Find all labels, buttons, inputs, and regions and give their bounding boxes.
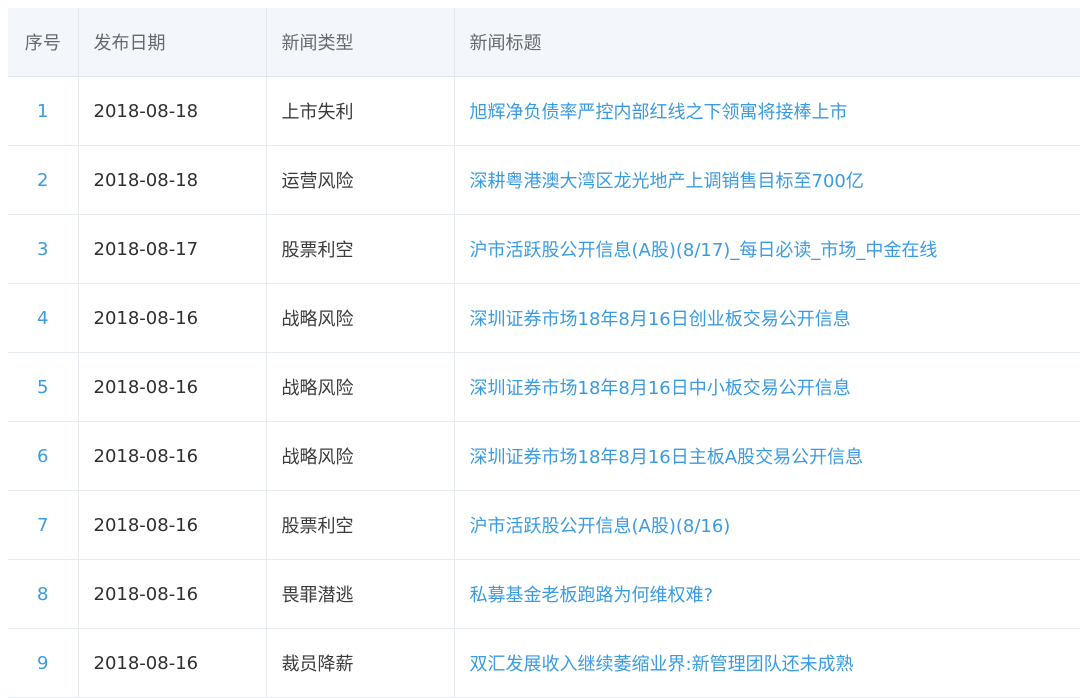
row-date: 2018-08-16: [78, 283, 267, 353]
table-row: 5 2018-08-16 战略风险 深圳证券市场18年8月16日中小板交易公开信息: [8, 352, 1080, 422]
row-news-type: 上市失利: [266, 76, 455, 146]
header-date: 发布日期: [78, 8, 267, 77]
row-title-cell: 深圳证券市场18年8月16日主板A股交易公开信息: [454, 421, 1080, 491]
header-row: 序号 发布日期 新闻类型 新闻标题: [8, 8, 1080, 77]
news-title-link[interactable]: 深圳证券市场18年8月16日主板A股交易公开信息: [470, 447, 864, 468]
row-title-cell: 深耕粤港澳大湾区龙光地产上调销售目标至700亿: [454, 145, 1080, 215]
row-title-cell: 旭辉净负债率严控内部红线之下领寓将接棒上市: [454, 76, 1080, 146]
row-news-type: 战略风险: [266, 283, 455, 353]
row-news-type: 畏罪潜逃: [266, 559, 455, 629]
news-title-link[interactable]: 深耕粤港澳大湾区龙光地产上调销售目标至700亿: [470, 171, 864, 192]
table-row: 2 2018-08-18 运营风险 深耕粤港澳大湾区龙光地产上调销售目标至700亿: [8, 145, 1080, 215]
row-index: 9: [8, 628, 79, 698]
row-title-cell: 深圳证券市场18年8月16日中小板交易公开信息: [454, 352, 1080, 422]
news-title-link[interactable]: 沪市活跃股公开信息(A股)(8/17)_每日必读_市场_中金在线: [470, 240, 938, 261]
row-index: 4: [8, 283, 79, 353]
news-title-link[interactable]: 私募基金老板跑路为何维权难?: [470, 585, 714, 606]
row-title-cell: 私募基金老板跑路为何维权难?: [454, 559, 1080, 629]
news-title-link[interactable]: 沪市活跃股公开信息(A股)(8/16): [470, 516, 731, 537]
news-title-link[interactable]: 旭辉净负债率严控内部红线之下领寓将接棒上市: [470, 102, 848, 123]
header-title: 新闻标题: [454, 8, 1080, 77]
row-date: 2018-08-16: [78, 490, 267, 560]
news-title-link[interactable]: 深圳证券市场18年8月16日创业板交易公开信息: [470, 309, 851, 330]
row-date: 2018-08-17: [78, 214, 267, 284]
row-index: 3: [8, 214, 79, 284]
row-title-cell: 沪市活跃股公开信息(A股)(8/17)_每日必读_市场_中金在线: [454, 214, 1080, 284]
row-news-type: 裁员降薪: [266, 628, 455, 698]
table-row: 9 2018-08-16 裁员降薪 双汇发展收入继续萎缩业界:新管理团队还未成熟: [8, 628, 1080, 698]
row-title-cell: 双汇发展收入继续萎缩业界:新管理团队还未成熟: [454, 628, 1080, 698]
row-date: 2018-08-16: [78, 421, 267, 491]
table-body: 1 2018-08-18 上市失利 旭辉净负债率严控内部红线之下领寓将接棒上市 2 201…: [8, 76, 1080, 698]
header-type: 新闻类型: [266, 8, 455, 77]
table-row: 4 2018-08-16 战略风险 深圳证券市场18年8月16日创业板交易公开信息: [8, 283, 1080, 353]
row-date: 2018-08-18: [78, 76, 267, 146]
row-date: 2018-08-18: [78, 145, 267, 215]
row-title-cell: 深圳证券市场18年8月16日创业板交易公开信息: [454, 283, 1080, 353]
table-row: 8 2018-08-16 畏罪潜逃 私募基金老板跑路为何维权难?: [8, 559, 1080, 629]
row-index: 8: [8, 559, 79, 629]
table-row: 6 2018-08-16 战略风险 深圳证券市场18年8月16日主板A股交易公开信息: [8, 421, 1080, 491]
row-index: 2: [8, 145, 79, 215]
news-table: 序号 发布日期 新闻类型 新闻标题 1 2018-08-18 上市失利 旭辉净负债率严…: [8, 8, 1080, 698]
table-row: 3 2018-08-17 股票利空 沪市活跃股公开信息(A股)(8/17)_每日必读_…: [8, 214, 1080, 284]
row-news-type: 股票利空: [266, 490, 455, 560]
row-index: 6: [8, 421, 79, 491]
row-news-type: 运营风险: [266, 145, 455, 215]
row-date: 2018-08-16: [78, 628, 267, 698]
row-index: 5: [8, 352, 79, 422]
row-index: 1: [8, 76, 79, 146]
row-index: 7: [8, 490, 79, 560]
row-news-type: 股票利空: [266, 214, 455, 284]
row-title-cell: 沪市活跃股公开信息(A股)(8/16): [454, 490, 1080, 560]
row-date: 2018-08-16: [78, 559, 267, 629]
row-news-type: 战略风险: [266, 352, 455, 422]
table-header: 序号 发布日期 新闻类型 新闻标题: [8, 8, 1080, 77]
news-title-link[interactable]: 深圳证券市场18年8月16日中小板交易公开信息: [470, 378, 851, 399]
header-index: 序号: [8, 8, 79, 77]
row-news-type: 战略风险: [266, 421, 455, 491]
row-date: 2018-08-16: [78, 352, 267, 422]
table-row: 1 2018-08-18 上市失利 旭辉净负债率严控内部红线之下领寓将接棒上市: [8, 76, 1080, 146]
table-row: 7 2018-08-16 股票利空 沪市活跃股公开信息(A股)(8/16): [8, 490, 1080, 560]
news-title-link[interactable]: 双汇发展收入继续萎缩业界:新管理团队还未成熟: [470, 654, 854, 675]
